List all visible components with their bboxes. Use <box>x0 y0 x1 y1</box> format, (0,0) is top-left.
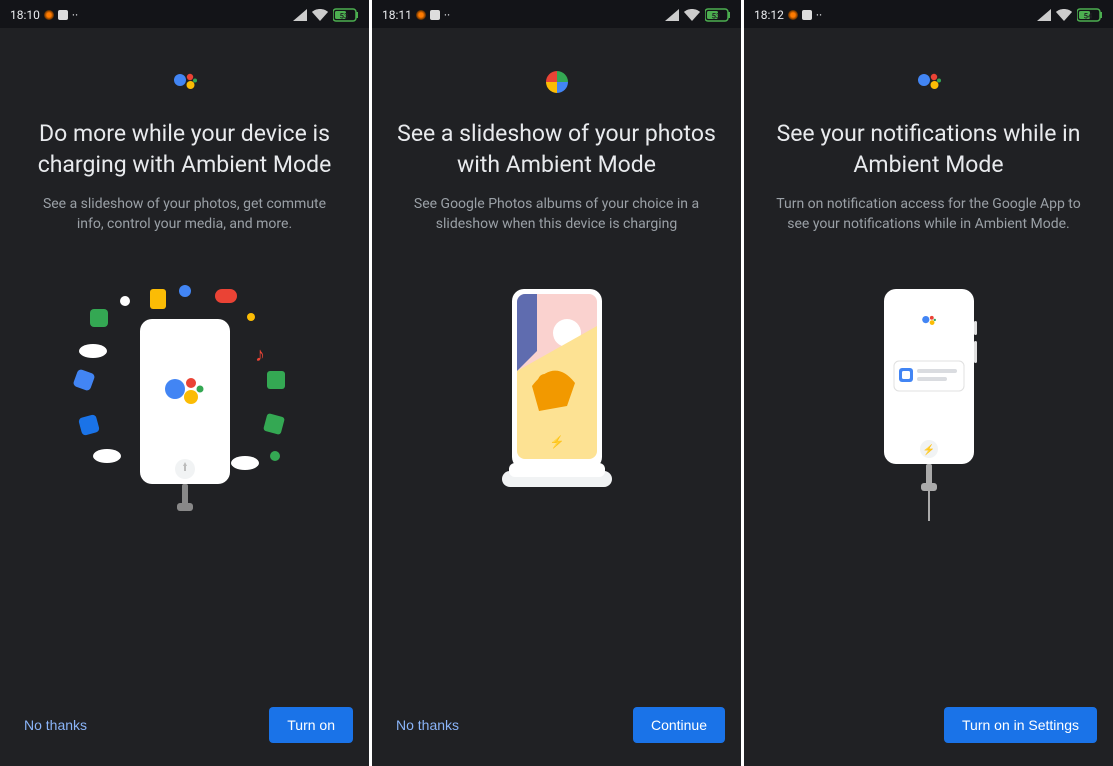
status-more-icon: ·· <box>72 8 78 22</box>
button-bar: Turn on in Settings <box>744 694 1113 766</box>
battery-icon: 53 <box>333 8 359 22</box>
status-bar: 18:10 ·· 53 <box>0 0 369 28</box>
battery-icon: 54 <box>1077 8 1103 22</box>
svg-text:54: 54 <box>1084 12 1093 21</box>
wifi-icon <box>684 9 700 21</box>
signal-icon <box>293 9 307 21</box>
status-time: 18:12 <box>754 8 784 22</box>
wifi-icon <box>312 9 328 21</box>
wifi-icon <box>1056 9 1072 21</box>
svg-text:♪: ♪ <box>255 342 265 366</box>
screen-notifications: 18:12 ·· 54 <box>744 0 1113 766</box>
button-bar: No thanks Continue <box>372 694 741 766</box>
no-thanks-button[interactable]: No thanks <box>388 707 467 743</box>
no-thanks-button[interactable]: No thanks <box>16 707 95 743</box>
illustration-slideshow: ⚡ <box>467 235 647 694</box>
status-more-icon: ·· <box>816 8 822 22</box>
svg-text:⚡: ⚡ <box>922 443 934 456</box>
content-area: See your notifications while in Ambient … <box>744 28 1113 694</box>
photos-icon <box>544 68 570 96</box>
assistant-icon <box>172 68 198 96</box>
battery-icon: 53 <box>705 8 731 22</box>
status-bar: 18:11 ·· 53 <box>372 0 741 28</box>
status-time: 18:10 <box>10 8 40 22</box>
status-app-indicator-icon <box>44 10 54 20</box>
assistant-icon <box>916 68 942 96</box>
svg-text:53: 53 <box>340 12 349 21</box>
page-subtitle: See Google Photos albums of your choice … <box>402 194 712 235</box>
content-area: Do more while your device is charging wi… <box>0 28 369 694</box>
illustration-ambient: ♪ <box>35 235 335 694</box>
svg-text:⚡: ⚡ <box>549 435 564 449</box>
screen-ambient-intro: 18:10 ·· 53 <box>0 0 369 766</box>
page-title: Do more while your device is charging wi… <box>24 118 345 180</box>
screen-slideshow: 18:11 ·· 53 <box>372 0 741 766</box>
status-time: 18:11 <box>382 8 412 22</box>
page-title: See your notifications while in Ambient … <box>768 118 1089 180</box>
status-app-indicator-icon <box>416 10 426 20</box>
signal-icon <box>665 9 679 21</box>
illustration-notifications: ⚡ <box>839 235 1019 694</box>
page-subtitle: Turn on notification access for the Goog… <box>774 194 1084 235</box>
page-subtitle: See a slideshow of your photos, get comm… <box>30 194 340 235</box>
page-title: See a slideshow of your photos with Ambi… <box>396 118 717 180</box>
turn-on-settings-button[interactable]: Turn on in Settings <box>944 707 1097 743</box>
status-notification-icon <box>58 10 68 20</box>
status-bar: 18:12 ·· 54 <box>744 0 1113 28</box>
continue-button[interactable]: Continue <box>633 707 725 743</box>
status-notification-icon <box>430 10 440 20</box>
content-area: See a slideshow of your photos with Ambi… <box>372 28 741 694</box>
signal-icon <box>1037 9 1051 21</box>
status-notification-icon <box>802 10 812 20</box>
svg-text:53: 53 <box>712 12 721 21</box>
status-more-icon: ·· <box>444 8 450 22</box>
button-bar: No thanks Turn on <box>0 694 369 766</box>
status-app-indicator-icon <box>788 10 798 20</box>
turn-on-button[interactable]: Turn on <box>269 707 353 743</box>
